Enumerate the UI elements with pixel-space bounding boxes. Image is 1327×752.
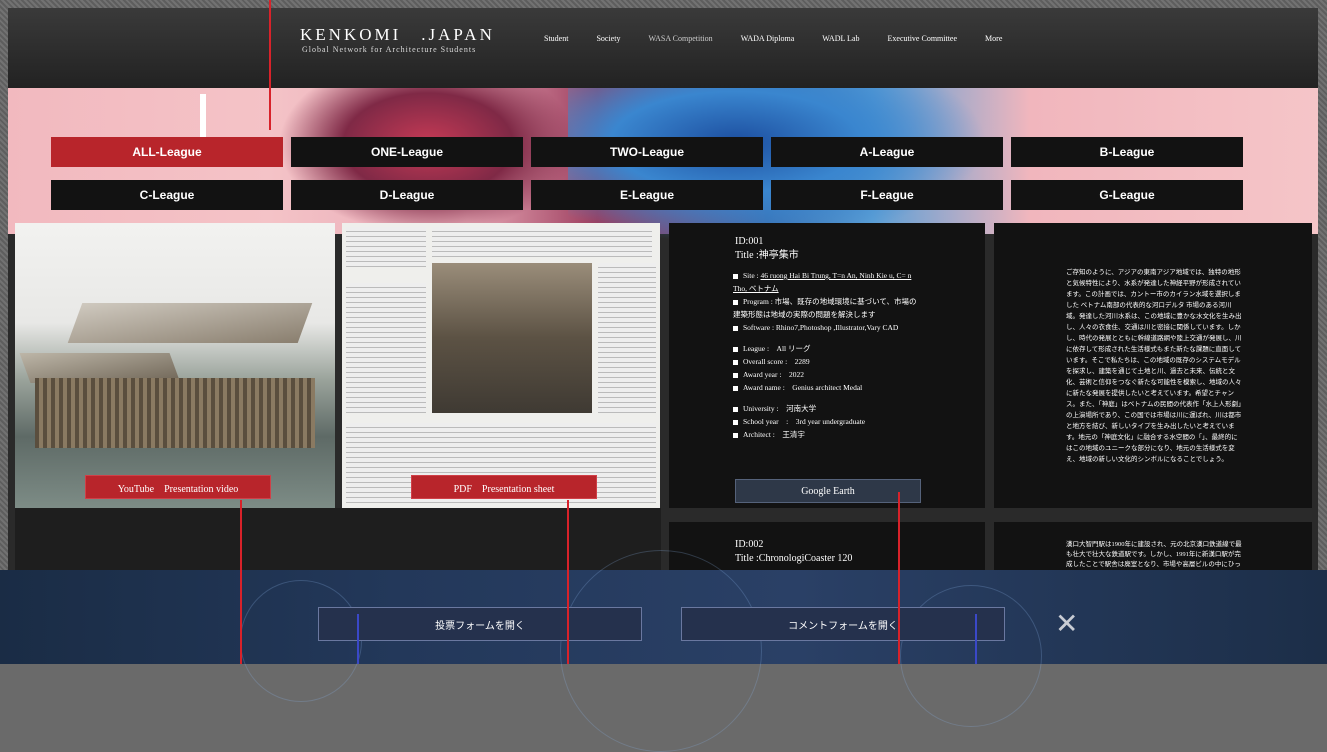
entry-1-id: ID:001 [735, 236, 764, 247]
detail-league: League : All リーグ [733, 342, 923, 355]
render-roof [67, 303, 313, 343]
league-tabs-row-1: ALL-League ONE-League TWO-League A-Leagu… [51, 137, 1243, 167]
site-logo[interactable]: KENKOMI .JAPAN [300, 20, 495, 45]
bullet-icon [733, 273, 738, 279]
sheet-sketch [346, 283, 426, 413]
detail-site: Site : 46 ruong Hai Bi Trung, T=n An, Ni… [733, 271, 912, 293]
nav-wasa-competition[interactable]: WASA Competition [648, 34, 712, 43]
nav-more[interactable]: More [985, 34, 1002, 43]
sheet-render [432, 263, 592, 413]
bullet-icon [733, 432, 738, 438]
main-nav: Student Society WASA Competition WADA Di… [544, 34, 1030, 43]
tab-a-league[interactable]: A-League [771, 137, 1003, 167]
sheet-sketch [598, 263, 656, 413]
form-bar [0, 550, 1327, 752]
tab-f-league[interactable]: F-League [771, 180, 1003, 210]
annotation-line [240, 500, 242, 664]
open-vote-form-button[interactable]: 投票フォームを開く [318, 607, 642, 641]
detail-software: Software : Rhino7,Photoshop ,Illustrator… [733, 321, 923, 334]
bullet-icon [733, 359, 738, 365]
entry-1-details: Site : 46 ruong Hai Bi Trung, T=n An, Ni… [733, 269, 923, 441]
tab-c-league[interactable]: C-League [51, 180, 283, 210]
tab-e-league[interactable]: E-League [531, 180, 763, 210]
detail-program: Program : 市場、既存の地域環境に基づいて、市場の建築形態は地域の実際の… [733, 297, 917, 319]
bullet-icon [733, 346, 738, 352]
bar-decoration [240, 580, 362, 702]
entry-1-title: Title :神亭集市 [735, 250, 799, 261]
tab-d-league[interactable]: D-League [291, 180, 523, 210]
entry-1-description-panel: ご存知のように、アジアの東南アジア地域では、独特の地形と気候特性により、水系が発… [994, 223, 1312, 508]
entry-2-heading: ID:002 Title :ChronologiCoaster 120 [735, 538, 852, 566]
nav-wadl-lab[interactable]: WADL Lab [822, 34, 859, 43]
entry-2-id: ID:002 [735, 539, 764, 550]
detail-school-year: School year : 3rd year undergraduate [733, 415, 923, 428]
entry-2-title: Title :ChronologiCoaster 120 [735, 553, 853, 564]
detail-university: University : 河南大学 [733, 402, 923, 415]
sheet-sketch [346, 227, 426, 267]
tab-g-league[interactable]: G-League [1011, 180, 1243, 210]
detail-overall-score: Overall score : 2289 [733, 355, 923, 368]
sheet-sketch [432, 227, 652, 257]
pdf-presentation-button[interactable]: PDF Presentation sheet [411, 475, 597, 499]
entry-1-presentation-sheet-image [342, 223, 660, 508]
annotation-line [898, 492, 900, 664]
nav-executive-committee[interactable]: Executive Committee [888, 34, 958, 43]
site-link[interactable]: 46 ruong Hai Bi Trung, T=n An, Ninh Kie … [733, 271, 911, 293]
tab-two-league[interactable]: TWO-League [531, 137, 763, 167]
nav-society[interactable]: Society [596, 34, 620, 43]
empty-area [15, 508, 661, 578]
google-earth-button[interactable]: Google Earth [735, 479, 921, 503]
detail-award-name: Award name : Genius architect Medal [733, 381, 923, 394]
annotation-line [269, 0, 271, 130]
youtube-presentation-button[interactable]: YouTube Presentation video [85, 475, 271, 499]
tab-b-league[interactable]: B-League [1011, 137, 1243, 167]
annotation-line [567, 500, 569, 664]
entry-1-heading: ID:001 Title :神亭集市 [735, 235, 799, 263]
annotation-line-blue [357, 614, 359, 664]
bullet-icon [733, 419, 738, 425]
league-tabs-row-2: C-League D-League E-League F-League G-Le… [51, 180, 1243, 210]
render-structure [35, 378, 315, 448]
bullet-icon [733, 385, 738, 391]
site-tagline: Global Network for Architecture Students [302, 45, 477, 54]
bullet-icon [733, 325, 738, 331]
tab-all-league[interactable]: ALL-League [51, 137, 283, 167]
open-comment-form-button[interactable]: コメントフォームを開く [681, 607, 1005, 641]
nav-wada-diploma[interactable]: WADA Diploma [741, 34, 795, 43]
nav-student[interactable]: Student [544, 34, 568, 43]
entry-1-description: ご存知のように、アジアの東南アジア地域では、独特の地形と気候特性により、水系が発… [1066, 269, 1242, 463]
bar-decoration [560, 550, 762, 752]
annotation-line-blue [975, 614, 977, 664]
site-header: KENKOMI .JAPAN Global Network for Archit… [8, 8, 1318, 88]
bullet-icon [733, 372, 738, 378]
close-icon[interactable]: ✕ [1055, 610, 1078, 638]
entry-1-render-image [15, 223, 335, 508]
bullet-icon [733, 299, 738, 305]
tab-one-league[interactable]: ONE-League [291, 137, 523, 167]
bullet-icon [733, 406, 738, 412]
detail-award-year: Award year : 2022 [733, 368, 923, 381]
entry-1-info-panel: ID:001 Title :神亭集市 Site : 46 ruong Hai B… [669, 223, 985, 508]
detail-architect: Architect : 王清宇 [733, 428, 923, 441]
